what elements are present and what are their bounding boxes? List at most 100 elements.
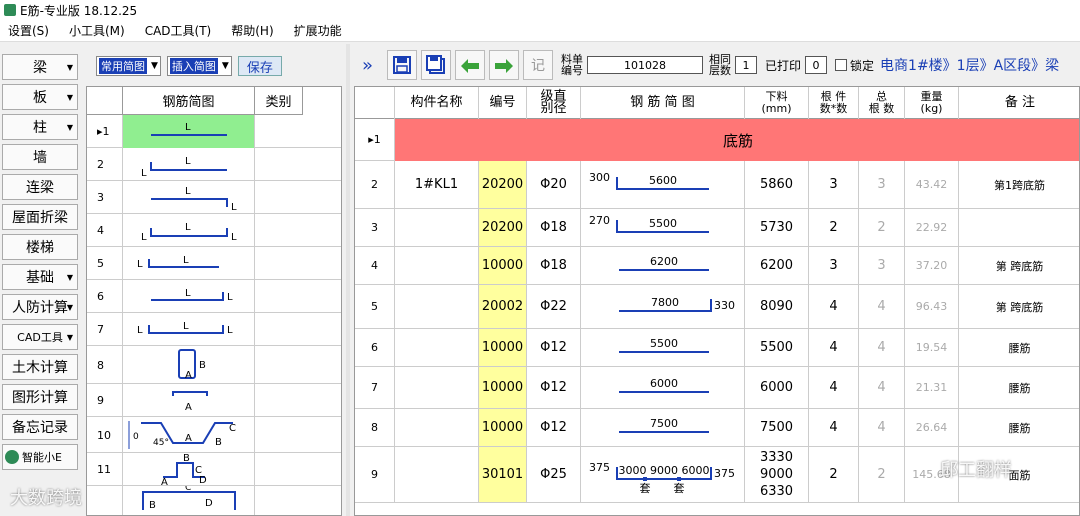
table-row[interactable]: 6 10000 Φ12 5500 5500 4 4 19.54 腰筋: [355, 329, 1079, 367]
note-cell[interactable]: 第 跨底筋: [959, 247, 1079, 284]
cut-length-cell[interactable]: 3330 9000 6330: [745, 447, 809, 502]
count-cell[interactable]: 3: [809, 161, 859, 208]
table-row[interactable]: 8 10000 Φ12 7500 7500 4 4 26.64 腰筋: [355, 409, 1079, 447]
note-cell[interactable]: 第1跨底筋: [959, 161, 1079, 208]
shape-cell[interactable]: 6200: [581, 247, 745, 284]
shape-cell[interactable]: 6000: [581, 367, 745, 408]
nav-cad-tools[interactable]: CAD工具 ▼: [2, 324, 78, 350]
shape-cell[interactable]: 375 375 3000 9000 6000 套 套: [581, 447, 745, 502]
save-as-icon-button[interactable]: [421, 50, 452, 80]
note-cell[interactable]: 腰筋: [959, 409, 1079, 446]
shape-straight[interactable]: L: [123, 115, 255, 148]
expand-icon[interactable]: »: [362, 55, 373, 76]
table-row[interactable]: 3 20200 Φ18 270 5500 5730 2 2 22.92: [355, 209, 1079, 247]
shape-row[interactable]: C B D: [87, 486, 341, 515]
grade-cell[interactable]: Φ18: [527, 209, 581, 246]
nav-civil-calc[interactable]: 土木计算: [2, 354, 78, 380]
weight-cell[interactable]: 96.43: [905, 285, 959, 328]
shape-cell[interactable]: 5500: [581, 329, 745, 366]
total-cell[interactable]: 4: [859, 409, 905, 446]
code-cell[interactable]: 20200: [479, 209, 527, 246]
shape-left-hook[interactable]: LL: [123, 148, 255, 181]
total-cell[interactable]: 2: [859, 447, 905, 502]
breadcrumb[interactable]: 电商1#楼》1层》A区段》梁: [880, 55, 1059, 75]
nav-beam[interactable]: 梁 ▼: [2, 54, 78, 80]
component-name-cell[interactable]: 1#KL1: [395, 161, 479, 208]
component-name-cell[interactable]: [395, 285, 479, 328]
cut-length-cell[interactable]: 7500: [745, 409, 809, 446]
shape-cell[interactable]: 7500: [581, 409, 745, 446]
cut-length-cell[interactable]: 6000: [745, 367, 809, 408]
shape-hook-bar[interactable]: A: [123, 384, 255, 417]
nav-roof-beam[interactable]: 屋面折梁: [2, 204, 78, 230]
component-name-cell[interactable]: [395, 329, 479, 366]
nav-foundation[interactable]: 基础 ▼: [2, 264, 78, 290]
nav-column[interactable]: 柱 ▼: [2, 114, 78, 140]
code-cell[interactable]: 10000: [479, 329, 527, 366]
grade-cell[interactable]: Φ22: [527, 285, 581, 328]
shape-row[interactable]: 4 L L L: [87, 214, 341, 247]
count-cell[interactable]: 4: [809, 367, 859, 408]
menu-help[interactable]: 帮助(H): [231, 22, 273, 39]
menu-tools[interactable]: 小工具(M): [69, 22, 125, 39]
nav-shape-calc[interactable]: 图形计算: [2, 384, 78, 410]
table-row[interactable]: 2 1#KL1 20200 Φ20 300 5600 5860 3 3 43.42 第1跨底筋: [355, 161, 1079, 209]
shape-row[interactable]: 3 LL: [87, 181, 341, 214]
shape-left-bend[interactable]: LL: [123, 247, 255, 280]
table-row[interactable]: 4 10000 Φ18 6200 6200 3 3 37.20 第 跨底筋: [355, 247, 1079, 285]
cut-length-cell[interactable]: 5860: [745, 161, 809, 208]
shape-type-select[interactable]: 常用简图 ▼: [96, 56, 161, 76]
shape-row[interactable]: 10 0 45° A B C: [87, 417, 341, 453]
total-cell[interactable]: 4: [859, 329, 905, 366]
code-cell[interactable]: 20200: [479, 161, 527, 208]
code-cell[interactable]: 20002: [479, 285, 527, 328]
total-cell[interactable]: 2: [859, 209, 905, 246]
nav-link-beam[interactable]: 连梁: [2, 174, 78, 200]
count-cell[interactable]: 4: [809, 285, 859, 328]
table-row[interactable]: 7 10000 Φ12 6000 6000 4 4 21.31 腰筋: [355, 367, 1079, 409]
code-cell[interactable]: 30101: [479, 447, 527, 502]
menu-extensions[interactable]: 扩展功能: [294, 22, 342, 39]
grade-cell[interactable]: Φ12: [527, 329, 581, 366]
component-name-cell[interactable]: [395, 367, 479, 408]
save-icon-button[interactable]: [387, 50, 418, 80]
note-cell[interactable]: 第 跨底筋: [959, 285, 1079, 328]
shape-stirrup[interactable]: AB: [123, 346, 255, 384]
grade-cell[interactable]: Φ12: [527, 367, 581, 408]
weight-cell[interactable]: 37.20: [905, 247, 959, 284]
shape-row[interactable]: 5 LL: [87, 247, 341, 280]
undo-button[interactable]: [455, 50, 486, 80]
code-cell[interactable]: 10000: [479, 409, 527, 446]
shape-row[interactable]: ▸ 1 L: [87, 115, 341, 148]
note-cell[interactable]: [959, 209, 1079, 246]
nav-memo[interactable]: 备忘记录: [2, 414, 78, 440]
note-cell[interactable]: 腰筋: [959, 329, 1079, 366]
group-row[interactable]: ▸ 1 底筋: [355, 119, 1079, 161]
shape-double-bend[interactable]: LLL: [123, 313, 255, 346]
pane-splitter[interactable]: [346, 44, 350, 516]
shape-cell[interactable]: 270 5500: [581, 209, 745, 246]
code-cell[interactable]: 10000: [479, 367, 527, 408]
total-cell[interactable]: 4: [859, 367, 905, 408]
save-button[interactable]: 保存: [237, 56, 282, 76]
shape-row[interactable]: 2 LL: [87, 148, 341, 181]
shape-cell[interactable]: 330 7800: [581, 285, 745, 328]
component-name-cell[interactable]: [395, 209, 479, 246]
total-cell[interactable]: 3: [859, 161, 905, 208]
shape-both-hooks[interactable]: LLL: [123, 214, 255, 247]
shape-cell[interactable]: 300 5600: [581, 161, 745, 208]
shape-row[interactable]: 9 A: [87, 384, 341, 417]
count-cell[interactable]: 2: [809, 447, 859, 502]
record-button[interactable]: 记: [523, 50, 554, 80]
shape-bent-up[interactable]: 0 45° A B C: [123, 417, 255, 453]
menu-settings[interactable]: 设置(S): [8, 22, 49, 39]
grade-cell[interactable]: Φ25: [527, 447, 581, 502]
grade-cell[interactable]: Φ20: [527, 161, 581, 208]
count-cell[interactable]: 2: [809, 209, 859, 246]
shape-row[interactable]: 7 L L L: [87, 313, 341, 346]
weight-cell[interactable]: 26.64: [905, 409, 959, 446]
component-name-cell[interactable]: [395, 409, 479, 446]
shape-row[interactable]: 11 ABCD: [87, 453, 341, 486]
shape-row[interactable]: 6 LL: [87, 280, 341, 313]
table-row[interactable]: 5 20002 Φ22 330 7800 8090 4 4 96.43 第 跨底筋: [355, 285, 1079, 329]
